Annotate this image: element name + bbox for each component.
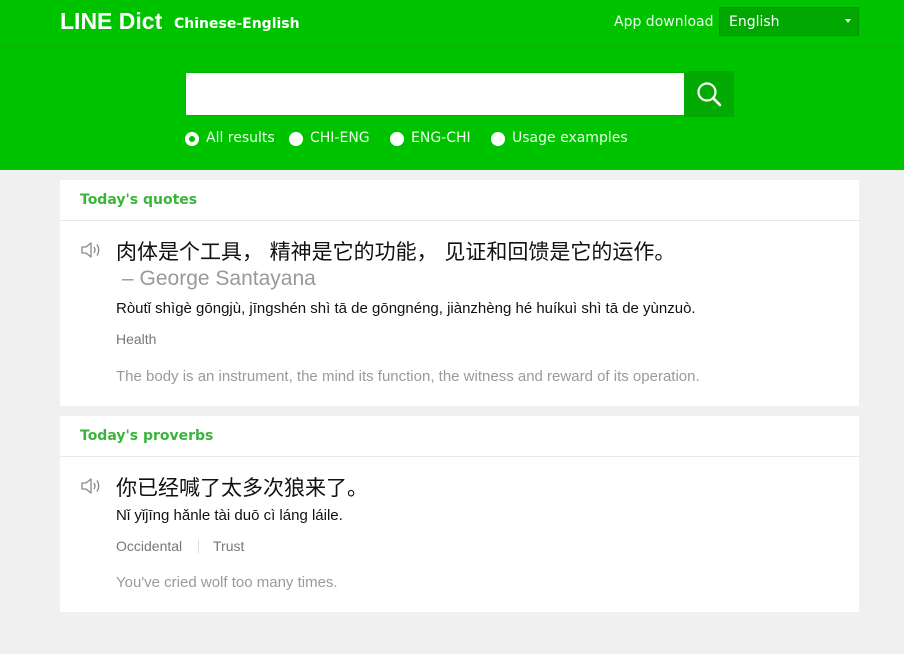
filter-label: Usage examples xyxy=(512,130,628,146)
filter-label: ENG-CHI xyxy=(411,130,471,146)
speaker-icon[interactable] xyxy=(80,476,104,496)
proverb-tag[interactable]: Trust xyxy=(213,538,244,554)
logo-subtitle: Chinese-English xyxy=(174,16,300,32)
search-input[interactable] xyxy=(185,72,685,116)
proverb-translation: You've cried wolf too many times. xyxy=(116,574,338,591)
radio-unchecked[interactable] xyxy=(390,132,404,146)
top-header: LINE Dict Chinese-English App download E… xyxy=(0,0,904,170)
tag-separator xyxy=(198,540,199,553)
radio-unchecked[interactable] xyxy=(289,132,303,146)
search-button[interactable] xyxy=(684,71,734,117)
app-download-link[interactable]: App download xyxy=(614,14,714,30)
chevron-down-icon xyxy=(845,19,851,23)
logo[interactable]: LINE Dict xyxy=(60,8,162,35)
proverbs-card: Today's proverbs 你已经喊了太多次狼来了。 Nǐ yǐjīng … xyxy=(60,416,859,612)
card-divider xyxy=(60,220,859,221)
proverb-pinyin: Nǐ yǐjīng hǎnle tài duō cì láng láile. xyxy=(116,507,343,524)
quote-tag[interactable]: Health xyxy=(116,331,156,347)
filter-label: CHI-ENG xyxy=(310,130,370,146)
radio-checked[interactable] xyxy=(185,132,199,146)
radio-unchecked[interactable] xyxy=(491,132,505,146)
header-divider xyxy=(0,46,904,47)
quote-author: – George Santayana xyxy=(122,267,316,290)
quotes-card: Today's quotes 肉体是个工具， 精神是它的功能， 见证和回馈是它的… xyxy=(60,180,859,406)
card-divider xyxy=(60,456,859,457)
magnifier-icon xyxy=(697,82,722,107)
card-title: Today's proverbs xyxy=(80,428,214,444)
proverb-tag[interactable]: Occidental xyxy=(116,538,182,554)
quote-pinyin: Ròutǐ shìgè gōngjù, jīngshén shì tā de g… xyxy=(116,300,696,317)
card-title: Today's quotes xyxy=(80,192,198,208)
filter-label: All results xyxy=(206,130,275,146)
language-select-value: English xyxy=(729,14,780,30)
proverb-chinese[interactable]: 你已经喊了太多次狼来了。 xyxy=(116,472,368,502)
speaker-icon[interactable] xyxy=(80,240,104,260)
quote-translation: The body is an instrument, the mind its … xyxy=(116,368,700,385)
language-select[interactable]: English xyxy=(719,7,859,36)
quote-chinese[interactable]: 肉体是个工具， 精神是它的功能， 见证和回馈是它的运作。 xyxy=(116,236,675,266)
